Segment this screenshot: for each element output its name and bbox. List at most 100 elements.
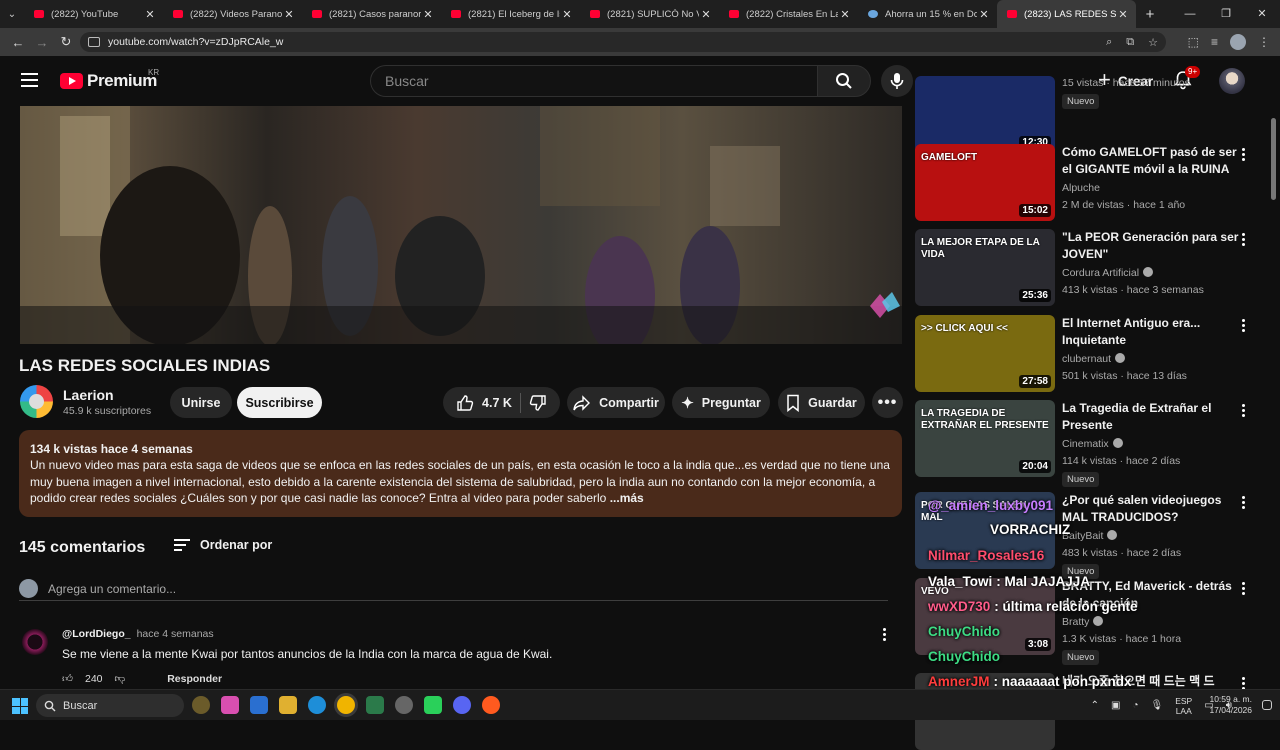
edge-icon[interactable] — [308, 696, 326, 714]
search-input[interactable]: Buscar — [370, 65, 818, 97]
more-actions-button[interactable]: ••• — [872, 387, 903, 418]
video-title[interactable]: ¿Por qué salen videojuegos MAL TRADUCIDO… — [1062, 492, 1242, 525]
video-thumbnail[interactable]: GAMELOFT 15:02 — [915, 144, 1055, 221]
browser-tab[interactable]: (2822) YouTube ✕ — [24, 0, 163, 28]
discord-icon[interactable] — [453, 696, 471, 714]
video-menu-icon[interactable] — [1242, 233, 1246, 246]
video-menu-icon[interactable] — [1242, 319, 1246, 332]
youtube-premium-logo[interactable]: Premium KR — [60, 68, 159, 91]
channel-name[interactable]: Bratty — [1062, 616, 1104, 628]
add-comment-input[interactable]: Agrega un comentario... — [19, 579, 888, 601]
tab-close-icon[interactable]: ✕ — [143, 8, 157, 21]
address-bar[interactable]: youtube.com/watch?v=zDJpRCAle_w ⌕ ⧉ ☆ — [80, 32, 1166, 52]
forward-icon[interactable]: → — [30, 35, 54, 50]
back-icon[interactable]: ← — [6, 35, 30, 50]
tab-close-icon[interactable]: ✕ — [977, 8, 991, 21]
tab-close-icon[interactable]: ✕ — [699, 8, 713, 21]
reply-button[interactable]: Responder — [167, 673, 222, 685]
site-info-icon[interactable] — [88, 37, 100, 47]
bookmark-star-icon[interactable]: ☆ — [1148, 36, 1158, 49]
tray-overflow-icon[interactable]: ⌃ — [1091, 700, 1099, 711]
reload-icon[interactable]: ↻ — [54, 34, 78, 50]
video-thumbnail[interactable]: LA TRAGEDIA DE EXTRAÑAR EL PRESENTE 20:04 — [915, 400, 1055, 477]
browser-tab[interactable]: (2821) SUPLICÓ No Volver✕ — [580, 0, 719, 28]
video-player[interactable] — [20, 106, 902, 344]
ask-button[interactable]: ✦ Preguntar — [672, 387, 770, 418]
app-icon-2[interactable] — [221, 696, 239, 714]
minimize-icon[interactable]: — — [1172, 0, 1208, 28]
file-explorer-icon[interactable] — [279, 696, 297, 714]
channel-name[interactable]: Laerion — [63, 387, 114, 403]
video-title[interactable]: La Tragedia de Extrañar el Presente — [1062, 400, 1242, 433]
menu-icon[interactable] — [21, 73, 38, 87]
tray-app-icon[interactable]: ▣ — [1111, 700, 1120, 711]
browser-tab[interactable]: (2822) Cristales En La Lengua✕ — [719, 0, 858, 28]
tab-close-icon[interactable]: ✕ — [1116, 8, 1130, 21]
tab-search-dropdown[interactable]: ⌄ — [0, 0, 24, 28]
browser-tab[interactable]: (2821) Casos paranormales✕ — [302, 0, 441, 28]
reading-list-icon[interactable]: ≡ — [1211, 35, 1218, 49]
video-title[interactable]: Cómo GAMELOFT pasó de ser el GIGANTE móv… — [1062, 144, 1242, 177]
channel-name[interactable]: Cordura Artificial — [1062, 267, 1154, 279]
clock[interactable]: 10:59 a. m. 17/04/2026 — [1209, 694, 1252, 716]
chrome-icon[interactable] — [337, 696, 355, 714]
voice-search-button[interactable] — [881, 65, 913, 97]
video-title[interactable]: El Internet Antiguo era... Inquietante — [1062, 315, 1242, 348]
store-icon[interactable] — [250, 696, 268, 714]
share-button[interactable]: Compartir — [567, 387, 665, 418]
browser-tab[interactable]: (2823) LAS REDES SOCIAL✕ — [997, 0, 1136, 28]
save-button[interactable]: Guardar — [778, 387, 865, 418]
taskbar-search[interactable]: Buscar — [36, 694, 184, 717]
join-button[interactable]: Unirse — [170, 387, 232, 418]
video-title[interactable]: "La PEOR Generación para ser JOVEN" — [1062, 229, 1242, 262]
app-icon-1[interactable] — [192, 696, 210, 714]
video-thumbnail[interactable]: >> CLICK AQUI << 27:58 — [915, 315, 1055, 392]
new-tab-button[interactable]: + — [1136, 6, 1164, 23]
tab-close-icon[interactable]: ✕ — [560, 8, 574, 21]
notification-center-icon[interactable] — [1262, 700, 1272, 710]
like-button[interactable]: 4.7 K — [456, 394, 512, 412]
sort-comments-button[interactable]: Ordenar por — [174, 538, 272, 552]
tab-close-icon[interactable]: ✕ — [421, 8, 435, 21]
browser-tab[interactable]: Ahorra un 15 % en Don't✕ — [858, 0, 997, 28]
extensions-icon[interactable]: ⬚ — [1188, 35, 1199, 49]
app-icon-4[interactable] — [395, 696, 413, 714]
tray-app2-icon[interactable]: ◔ — [1132, 700, 1138, 711]
zoom-icon[interactable]: ⌕ — [1106, 36, 1112, 49]
install-app-icon[interactable]: ⧉ — [1126, 36, 1134, 49]
comment-like-icon[interactable]: 👍︎ — [62, 672, 73, 685]
thumbs-down-icon[interactable] — [529, 394, 547, 412]
video-menu-icon[interactable] — [1242, 496, 1246, 509]
tab-close-icon[interactable]: ✕ — [282, 8, 296, 21]
language-indicator[interactable]: ESP LAA — [1175, 696, 1192, 716]
windows-start-icon[interactable] — [12, 698, 28, 714]
browser-tab[interactable]: (2822) Videos Paranormales✕ — [163, 0, 302, 28]
video-thumbnail[interactable]: 12:30 — [915, 76, 1055, 153]
profile-avatar[interactable] — [1230, 34, 1246, 50]
video-menu-icon[interactable] — [1242, 404, 1246, 417]
channel-name[interactable]: Cinematix — [1062, 438, 1123, 450]
app-icon-5[interactable] — [424, 696, 442, 714]
comment-author[interactable]: @LordDiego_ — [62, 628, 131, 640]
video-menu-icon[interactable] — [1242, 148, 1246, 161]
close-window-icon[interactable]: ✕ — [1244, 0, 1280, 28]
channel-name[interactable]: BaityBait — [1062, 530, 1118, 542]
app-icon-3[interactable] — [366, 696, 384, 714]
user-avatar[interactable] — [1219, 68, 1245, 94]
show-more-link[interactable]: ...más — [610, 491, 644, 505]
page-scrollbar[interactable] — [1271, 118, 1276, 200]
comment-menu-icon[interactable] — [883, 628, 887, 641]
maximize-icon[interactable]: ❐ — [1208, 0, 1244, 28]
app-icon-6[interactable] — [482, 696, 500, 714]
video-thumbnail[interactable]: LA MEJOR ETAPA DE LA VIDA 25:36 — [915, 229, 1055, 306]
description-box[interactable]: 134 k vistas hace 4 semanas Un nuevo vid… — [19, 430, 902, 517]
comment-author-avatar[interactable] — [22, 629, 48, 655]
video-menu-icon[interactable] — [1242, 582, 1246, 595]
comment-time[interactable]: hace 4 semanas — [137, 628, 214, 640]
browser-menu-icon[interactable]: ⋮ — [1258, 35, 1270, 49]
channel-name[interactable]: Alpuche — [1062, 182, 1100, 194]
channel-name[interactable]: clubernaut — [1062, 353, 1126, 365]
subscribe-button[interactable]: Suscribirse — [237, 387, 322, 418]
search-button[interactable] — [817, 65, 871, 97]
tab-close-icon[interactable]: ✕ — [838, 8, 852, 21]
